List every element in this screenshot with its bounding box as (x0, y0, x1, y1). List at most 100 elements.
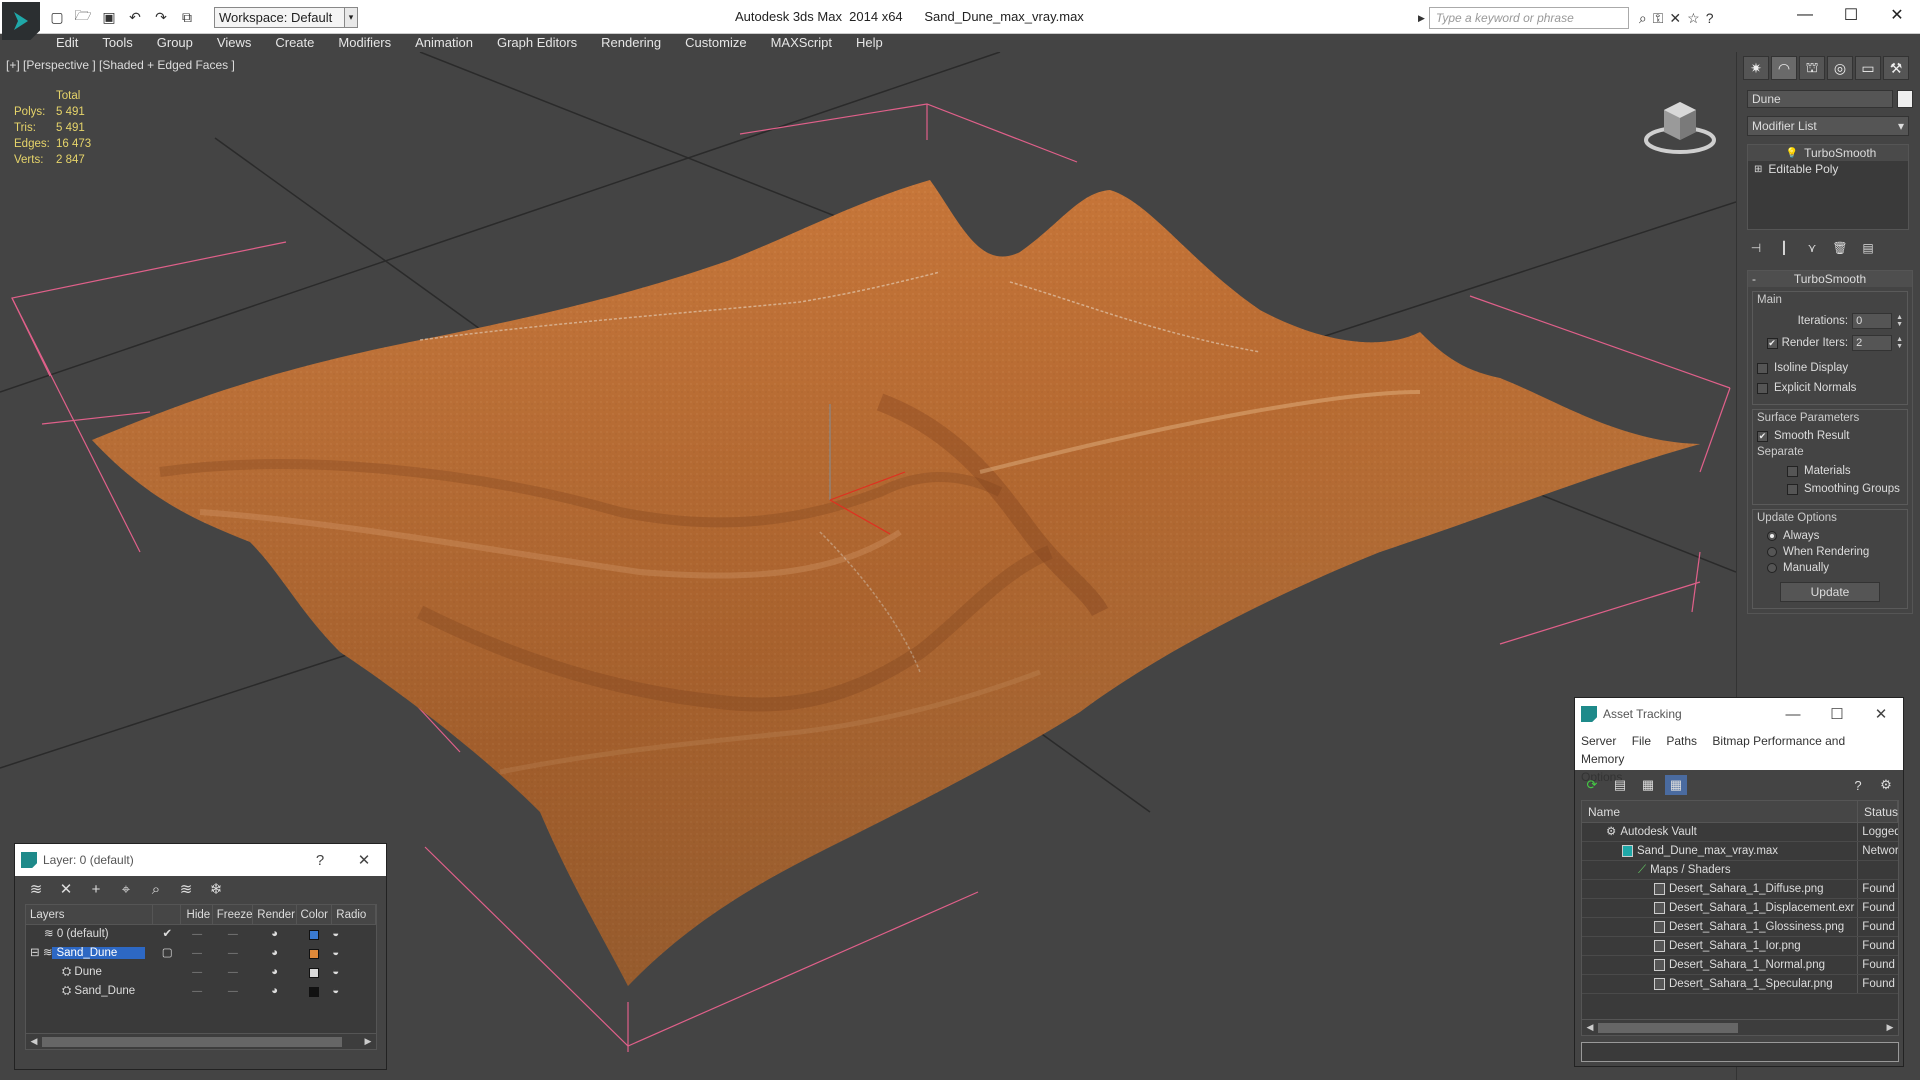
modify-tab-icon[interactable]: ◠ (1771, 56, 1797, 80)
render-teapot-icon[interactable]: ◕ (253, 925, 297, 944)
utilities-tab-icon[interactable]: ⚒ (1883, 56, 1909, 80)
workspace-menu-button[interactable]: ▾ (344, 7, 358, 28)
radiosity-icon[interactable]: ◒ (332, 963, 376, 982)
layer-color-cell[interactable] (297, 963, 333, 982)
help-icon[interactable]: ? (1706, 10, 1714, 27)
explicit-normals-checkbox[interactable] (1757, 382, 1768, 394)
layer-color-swatch[interactable] (309, 986, 320, 997)
menu-tools[interactable]: Tools (90, 34, 144, 51)
close-icon[interactable]: ✕ (1874, 0, 1920, 30)
motion-tab-icon[interactable]: ◎ (1827, 56, 1853, 80)
manually-radio[interactable] (1767, 563, 1777, 573)
col-freeze[interactable]: Freeze (213, 904, 253, 925)
minimize-icon[interactable]: — (1771, 698, 1815, 730)
add-to-layer-icon[interactable]: + (85, 881, 107, 898)
refresh-icon[interactable]: ⟳ (1581, 775, 1603, 795)
smooth-result-checkbox[interactable]: ✔ (1757, 430, 1768, 442)
spinner-arrows-icon[interactable]: ▲ ▼ (1896, 336, 1903, 350)
asset-row[interactable]: ⟋ Maps / Shaders (1582, 861, 1898, 880)
smoothing-groups-checkbox[interactable] (1787, 483, 1798, 495)
hierarchy-tab-icon[interactable]: ⛫ (1799, 56, 1825, 80)
star-icon[interactable]: ☆ (1687, 10, 1700, 27)
rollout-header[interactable]: - TurboSmooth (1748, 271, 1912, 287)
isoline-checkbox[interactable] (1757, 362, 1768, 374)
binoculars-icon[interactable]: ⌕ (1639, 10, 1647, 27)
remove-modifier-icon[interactable]: 🗑 (1831, 241, 1849, 255)
radiosity-icon[interactable]: ◒ (332, 944, 376, 963)
select-in-layer-icon[interactable]: ⌖ (115, 881, 137, 898)
menu-bitmap-performance[interactable]: Bitmap Performance and Memory (1581, 734, 1845, 766)
minimize-icon[interactable]: — (1782, 0, 1828, 30)
grid-view-icon[interactable]: ▦ (1665, 775, 1687, 795)
col-hide[interactable]: Hide (181, 904, 213, 925)
modifier-list-dropdown[interactable]: Modifier List ▾ (1747, 116, 1909, 136)
scroll-right-icon[interactable]: ▶ (1882, 1022, 1898, 1033)
object-name-input[interactable] (1747, 90, 1893, 108)
layer-window-header[interactable]: Layer: 0 (default) ? ✕ (15, 844, 386, 876)
menu-views[interactable]: Views (205, 34, 263, 51)
active-layer-box-icon[interactable]: ▢ (153, 944, 181, 963)
render-teapot-icon[interactable]: ◕ (253, 963, 297, 982)
col-active[interactable] (153, 904, 181, 925)
freeze-toggle[interactable]: — (213, 982, 253, 1001)
make-unique-icon[interactable]: ⋎ (1803, 241, 1821, 255)
redo-icon[interactable]: ↷ (150, 6, 172, 28)
collapse-icon[interactable]: ⊟ (30, 947, 43, 959)
help-icon[interactable]: ? (1847, 775, 1869, 795)
scroll-right-icon[interactable]: ▶ (360, 1036, 376, 1047)
radiosity-icon[interactable]: ◒ (332, 982, 376, 1001)
materials-checkbox[interactable] (1787, 465, 1798, 477)
close-icon[interactable]: ✕ (342, 844, 386, 876)
workspace-dropdown[interactable]: Workspace: Default ▾ (214, 7, 358, 28)
asset-row[interactable]: Desert_Sahara_1_Glossiness.png Found (1582, 918, 1898, 937)
when-rendering-radio[interactable] (1767, 547, 1777, 557)
freeze-toggle[interactable]: — (213, 944, 253, 963)
maximize-icon[interactable]: ☐ (1815, 698, 1859, 730)
menu-maxscript[interactable]: MAXScript (759, 34, 844, 51)
menu-customize[interactable]: Customize (673, 34, 758, 51)
viewport-label[interactable]: [+] [Perspective ] [Shaded + Edged Faces… (6, 58, 235, 72)
col-layers[interactable]: Layers (26, 904, 154, 925)
asset-row[interactable]: Desert_Sahara_1_Normal.png Found (1582, 956, 1898, 975)
create-tab-icon[interactable]: ✷ (1743, 56, 1769, 80)
layer-row[interactable]: ≋ 0 (default) ✔ — — ◕ ◒ (26, 925, 376, 944)
stack-item-editable-poly[interactable]: ⊞ Editable Poly (1748, 161, 1908, 177)
configure-modifier-sets-icon[interactable]: ▤ (1859, 241, 1877, 255)
menu-create[interactable]: Create (263, 34, 326, 51)
freeze-all-layers-icon[interactable]: ❄ (205, 880, 227, 898)
col-name[interactable]: Name (1582, 801, 1858, 822)
app-logo[interactable] (2, 2, 40, 40)
maximize-icon[interactable]: ☐ (1828, 0, 1874, 30)
hide-toggle[interactable]: — (181, 963, 213, 982)
asset-row[interactable]: Desert_Sahara_1_Diffuse.png Found (1582, 880, 1898, 899)
render-iters-checkbox[interactable]: ✔ (1766, 337, 1778, 349)
asset-row[interactable]: Desert_Sahara_1_Displacement.exr Found (1582, 899, 1898, 918)
scroll-left-icon[interactable]: ◀ (26, 1036, 42, 1047)
freeze-toggle[interactable]: — (213, 963, 253, 982)
menu-server[interactable]: Server (1581, 734, 1616, 748)
search-input[interactable]: Type a keyword or phrase (1428, 7, 1629, 29)
scroll-left-icon[interactable]: ◀ (1582, 1022, 1598, 1033)
horizontal-scrollbar[interactable]: ◀ ▶ (1582, 1019, 1898, 1035)
create-layer-icon[interactable]: ≋ (25, 880, 47, 898)
layer-color-swatch[interactable] (309, 948, 320, 959)
horizontal-scrollbar[interactable]: ◀ ▶ (26, 1033, 376, 1049)
col-render[interactable]: Render (253, 904, 297, 925)
layer-color-cell[interactable] (296, 925, 332, 944)
update-button[interactable]: Update (1780, 582, 1880, 602)
save-icon[interactable]: ▣ (98, 6, 120, 28)
spinner-arrows-icon[interactable]: ▲ ▼ (1896, 314, 1903, 328)
layer-color-swatch[interactable] (309, 967, 320, 978)
menu-paths[interactable]: Paths (1666, 734, 1697, 748)
close-icon[interactable]: ✕ (1859, 698, 1903, 730)
asset-window-header[interactable]: Asset Tracking — ☐ ✕ (1575, 698, 1903, 730)
key-icon[interactable]: ⚿ (1653, 10, 1664, 27)
layer-color-cell[interactable] (297, 982, 333, 1001)
hide-all-layers-icon[interactable]: ≋ (175, 880, 197, 898)
undo-icon[interactable]: ↶ (124, 6, 146, 28)
object-color-swatch[interactable] (1897, 90, 1913, 108)
new-file-icon[interactable]: ▢ (46, 6, 68, 28)
layer-row[interactable]: ⊟ ≋ Sand_Dune ▢ — — ◕ ◒ (26, 944, 376, 963)
help-icon[interactable]: ? (298, 844, 342, 876)
show-end-result-icon[interactable]: ┃ (1775, 241, 1793, 255)
